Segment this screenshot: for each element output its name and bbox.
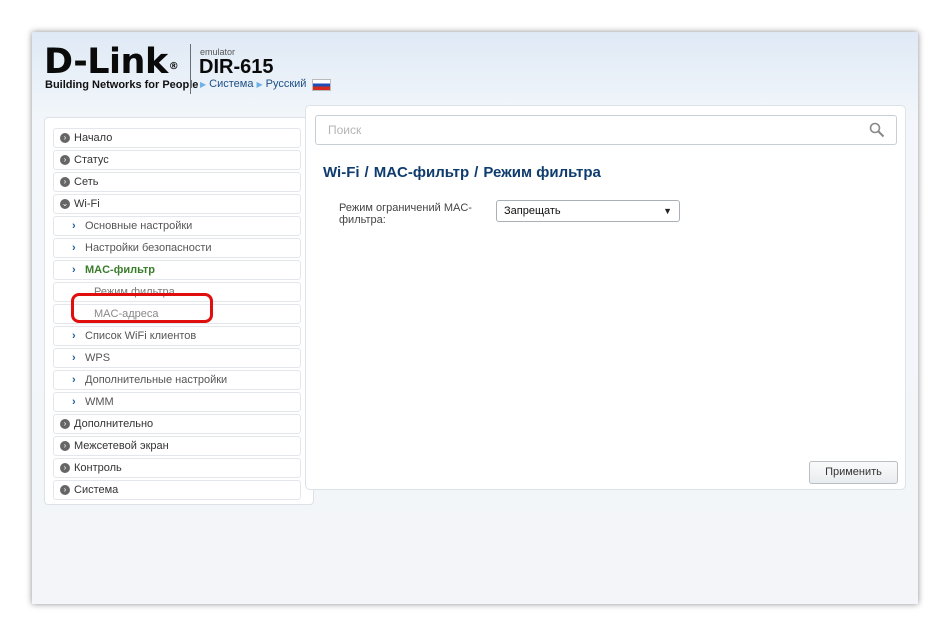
chevron-right-icon: › — [72, 220, 76, 232]
russia-flag-icon[interactable] — [312, 79, 332, 91]
sidebar-item-system[interactable]: › Система — [53, 480, 301, 500]
chevron-right-icon: › — [60, 441, 70, 451]
breadcrumb: Wi-Fi / MAC-фильтр / Режим фильтра — [323, 164, 601, 181]
chevron-right-icon: › — [60, 485, 70, 495]
triangle-right-icon: ▶ — [256, 79, 263, 89]
breadcrumb-mac-filter[interactable]: MAC-фильтр — [374, 164, 469, 181]
sidebar-item-wmm[interactable]: › WMM — [53, 392, 301, 412]
chevron-right-icon: › — [72, 396, 76, 408]
sidebar-item-control[interactable]: › Контроль — [53, 458, 301, 478]
sidebar-item-wps[interactable]: › WPS — [53, 348, 301, 368]
mac-filter-mode-select[interactable]: Запрещать ▼ — [496, 200, 680, 222]
chevron-right-icon: › — [60, 419, 70, 429]
search-placeholder: Поиск — [328, 123, 362, 137]
chevron-right-icon: › — [60, 155, 70, 165]
chevron-right-icon: › — [60, 463, 70, 473]
sidebar-item-home[interactable]: › Начало — [53, 128, 301, 148]
search-input[interactable]: Поиск — [315, 115, 897, 145]
sidebar-item-security-settings[interactable]: › Настройки безопасности — [53, 238, 301, 258]
model-name: DIR-615 — [199, 56, 274, 78]
sidebar-item-wifi-clients[interactable]: › Список WiFi клиентов — [53, 326, 301, 346]
search-icon[interactable] — [869, 122, 885, 138]
triangle-right-icon: ▶ — [200, 79, 207, 89]
sidebar-item-wifi[interactable]: ⌄ Wi-Fi — [53, 194, 301, 214]
chevron-right-icon: › — [72, 264, 76, 276]
dlink-logo[interactable]: D-Link® — [44, 42, 179, 82]
header-nav: ▶ Система ▶ Русский — [200, 78, 332, 91]
apply-button[interactable]: Применить — [809, 461, 898, 484]
sidebar-item-firewall[interactable]: › Межсетевой экран — [53, 436, 301, 456]
sidebar-item-advanced-settings[interactable]: › Дополнительные настройки — [53, 370, 301, 390]
nav-system-link[interactable]: Система — [209, 78, 253, 90]
sidebar-item-status[interactable]: › Статус — [53, 150, 301, 170]
sidebar-item-basic-settings[interactable]: › Основные настройки — [53, 216, 301, 236]
chevron-right-icon: › — [72, 352, 76, 364]
chevron-right-icon: › — [60, 133, 70, 143]
header: D-Link® Building Networks for People emu… — [32, 32, 918, 107]
sidebar-item-advanced[interactable]: › Дополнительно — [53, 414, 301, 434]
main-panel: Поиск Wi-Fi / MAC-фильтр / Режим фильтра Реж… — [305, 105, 906, 490]
select-value: Запрещать — [504, 205, 561, 217]
breadcrumb-wifi[interactable]: Wi-Fi — [323, 164, 360, 181]
highlight-annotation — [71, 293, 213, 323]
sidebar-item-network[interactable]: › Сеть — [53, 172, 301, 192]
chevron-down-icon: ⌄ — [60, 199, 70, 209]
header-divider — [190, 44, 191, 94]
logo-tagline: Building Networks for People — [45, 79, 199, 91]
nav-language-link[interactable]: Русский — [266, 78, 307, 90]
dropdown-arrow-icon: ▼ — [663, 206, 672, 216]
chevron-right-icon: › — [60, 177, 70, 187]
mac-filter-mode-label: Режим ограничений MAC-фильтра: — [339, 202, 472, 226]
chevron-right-icon: › — [72, 330, 76, 342]
chevron-right-icon: › — [72, 242, 76, 254]
sidebar-item-mac-filter[interactable]: › MAC-фильтр — [53, 260, 301, 280]
breadcrumb-filter-mode: Режим фильтра — [483, 164, 601, 181]
chevron-right-icon: › — [72, 374, 76, 386]
